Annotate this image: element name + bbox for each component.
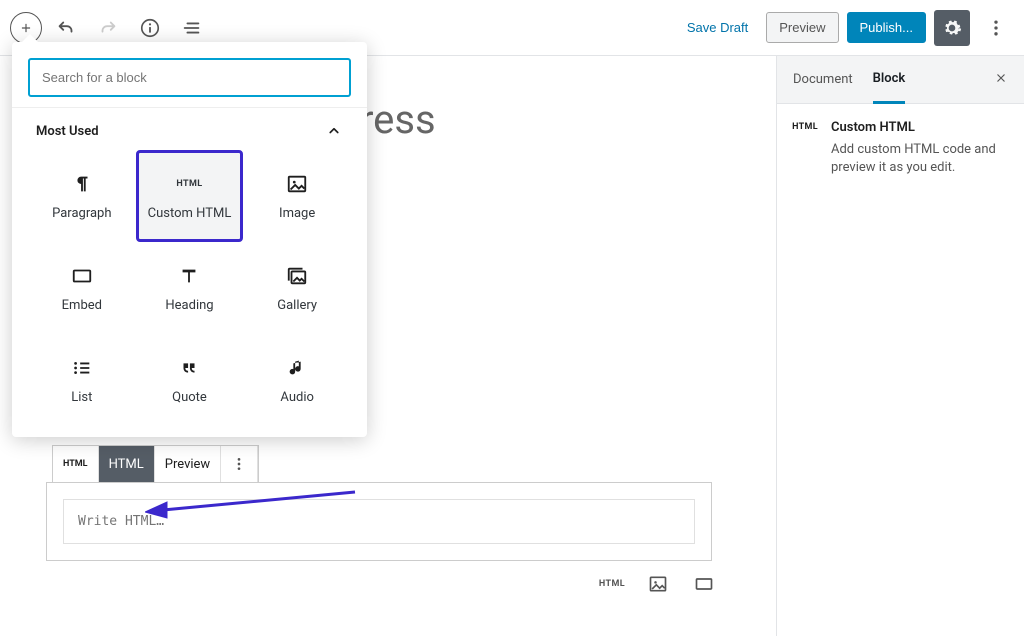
toolbar-right: Save Draft Preview Publish... [677, 10, 1014, 46]
block-type-indicator[interactable]: HTML [53, 446, 99, 482]
block-gallery[interactable]: Gallery [243, 242, 351, 334]
block-label: Paragraph [52, 206, 111, 221]
toolbar-left [10, 10, 210, 46]
image-icon[interactable] [644, 570, 672, 598]
html-icon[interactable]: HTML [598, 570, 626, 598]
block-description: Add custom HTML code and preview it as y… [831, 141, 1008, 177]
block-label: Heading [165, 298, 213, 313]
popover-caret [22, 34, 38, 42]
sidebar-close-button[interactable] [994, 69, 1008, 90]
redo-button[interactable] [90, 10, 126, 46]
html-icon: HTML [63, 459, 88, 469]
block-list[interactable]: List [28, 334, 136, 426]
block-paragraph[interactable]: Paragraph [28, 150, 136, 242]
inserter-scroll-area[interactable]: Most Used Paragraph HTML Custom HTML Ima… [12, 107, 367, 437]
block-audio[interactable]: Audio [243, 334, 351, 426]
html-icon: HTML [177, 172, 201, 196]
block-more-button[interactable] [221, 446, 258, 482]
block-body [46, 482, 712, 561]
undo-icon [55, 17, 77, 39]
image-icon [285, 172, 309, 196]
section-label: Most Used [36, 124, 99, 139]
block-custom-html[interactable]: HTML Custom HTML [136, 150, 244, 242]
outline-button[interactable] [174, 10, 210, 46]
block-quote[interactable]: Quote [136, 334, 244, 426]
block-label: Quote [172, 390, 207, 405]
preview-tab[interactable]: Preview [155, 446, 221, 482]
more-vertical-icon [231, 456, 247, 472]
block-heading[interactable]: Heading [136, 242, 244, 334]
list-icon [70, 356, 94, 380]
post-title-fragment: ress [360, 96, 716, 143]
heading-icon [177, 264, 201, 288]
gear-icon [942, 18, 962, 38]
plus-icon [19, 21, 33, 35]
block-label: List [71, 390, 92, 405]
embed-icon[interactable] [690, 570, 718, 598]
block-quick-insert-row: HTML [598, 570, 718, 598]
block-label: Audio [280, 390, 313, 405]
settings-sidebar: Document Block HTML Custom HTML Add cust… [776, 56, 1024, 636]
chevron-up-icon [325, 122, 343, 140]
block-inserter-popover: Most Used Paragraph HTML Custom HTML Ima… [12, 42, 367, 437]
block-label: Custom HTML [148, 206, 232, 221]
block-toolbar: HTML HTML Preview [52, 445, 259, 483]
gallery-icon [285, 264, 309, 288]
tab-document[interactable]: Document [793, 56, 853, 104]
redo-icon [97, 17, 119, 39]
html-tab[interactable]: HTML [99, 446, 155, 482]
more-menu-button[interactable] [978, 10, 1014, 46]
block-label: Embed [62, 298, 102, 313]
undo-button[interactable] [48, 10, 84, 46]
block-title: Custom HTML [831, 120, 1008, 135]
block-info-panel: HTML Custom HTML Add custom HTML code an… [777, 104, 1024, 193]
save-draft-button[interactable]: Save Draft [677, 12, 758, 43]
block-label: Image [279, 206, 315, 221]
blocks-grid: Paragraph HTML Custom HTML Image Embed H… [28, 150, 351, 426]
block-image[interactable]: Image [243, 150, 351, 242]
preview-button[interactable]: Preview [766, 12, 838, 43]
html-icon: HTML [793, 120, 817, 177]
quote-icon [177, 356, 201, 380]
section-most-used-header[interactable]: Most Used [28, 108, 351, 150]
sidebar-tabs: Document Block [777, 56, 1024, 104]
block-embed[interactable]: Embed [28, 242, 136, 334]
settings-button[interactable] [934, 10, 970, 46]
tab-block[interactable]: Block [873, 56, 906, 104]
info-button[interactable] [132, 10, 168, 46]
html-code-input[interactable] [63, 499, 695, 544]
paragraph-icon [70, 172, 94, 196]
block-search-input[interactable] [28, 58, 351, 97]
custom-html-block: HTML HTML Preview [46, 445, 712, 561]
close-icon [994, 71, 1008, 85]
block-label: Gallery [277, 298, 317, 313]
info-icon [139, 17, 161, 39]
embed-icon [70, 264, 94, 288]
audio-icon [285, 356, 309, 380]
more-vertical-icon [986, 18, 1006, 38]
publish-button[interactable]: Publish... [847, 12, 926, 43]
outline-icon [181, 17, 203, 39]
